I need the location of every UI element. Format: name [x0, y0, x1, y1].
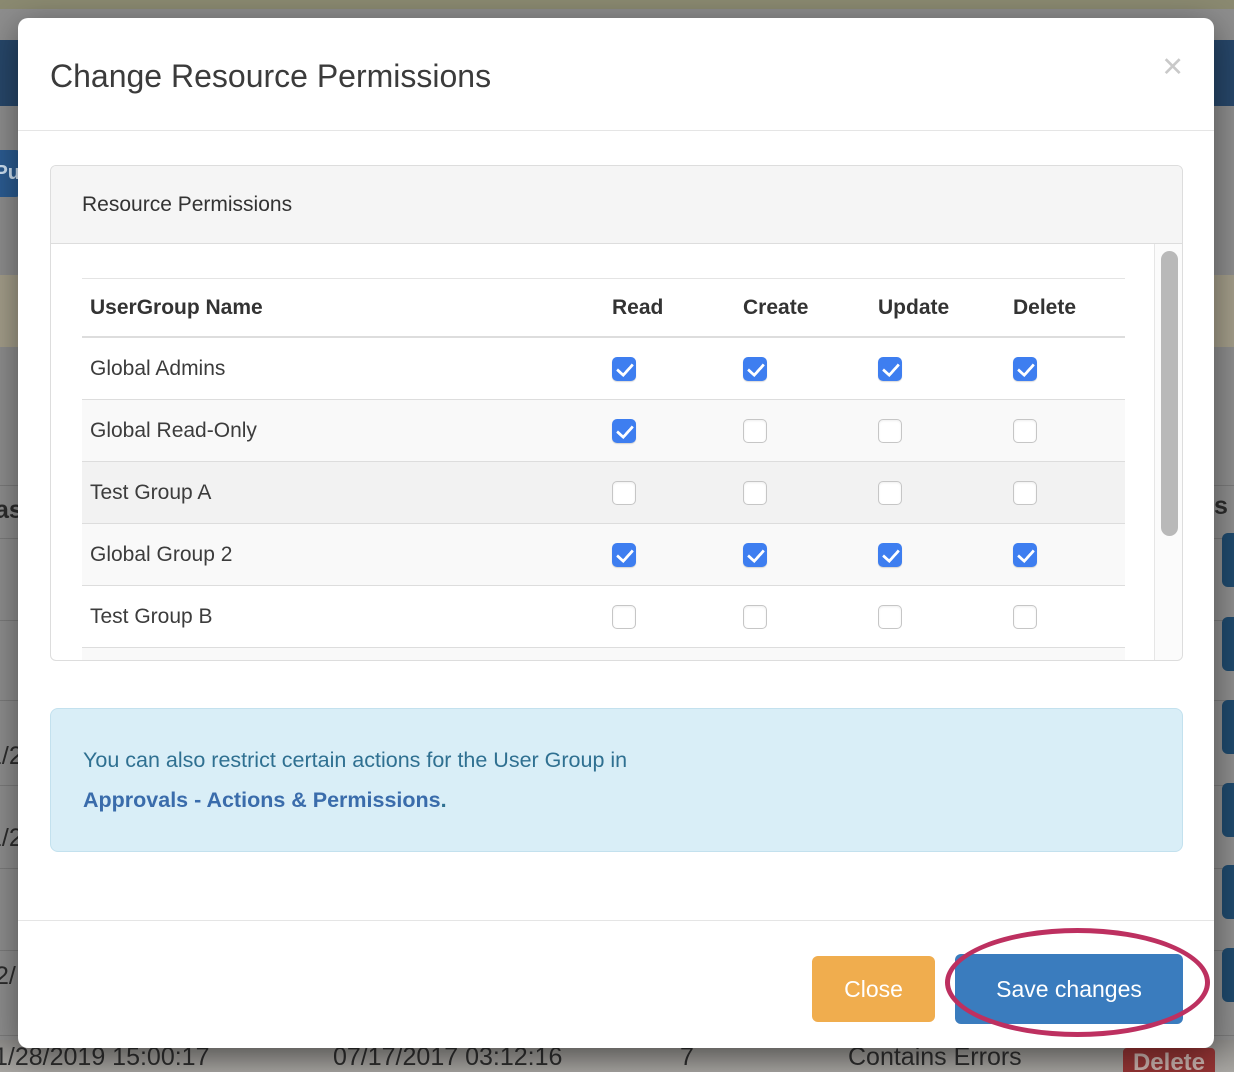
resource-permissions-panel: Resource Permissions UserGroup Name Read…: [50, 165, 1183, 661]
check-icon: [616, 358, 634, 377]
background-delete-button: Delete: [1123, 1048, 1215, 1072]
unchecked-checkbox-create[interactable]: [743, 419, 767, 443]
background-edit-button-fragment: [1222, 533, 1234, 587]
background-edit-button-fragment: [1222, 783, 1234, 837]
check-icon: [747, 544, 765, 563]
column-header-read: Read: [612, 279, 663, 337]
checked-checkbox-read[interactable]: [612, 419, 636, 443]
check-icon: [882, 358, 900, 377]
background-edit-button-fragment: [1222, 865, 1234, 919]
dialog-title: Change Resource Permissions: [50, 58, 491, 95]
column-header-delete: Delete: [1013, 279, 1076, 337]
panel-title: Resource Permissions: [51, 166, 1182, 244]
panel-body: UserGroup Name Read Create Update Delete…: [51, 244, 1182, 660]
column-header-create: Create: [743, 279, 808, 337]
column-header-update: Update: [878, 279, 949, 337]
screen: Pu as s▼ 1/2 1/2 2/ 1/28/2019 15:00:17 0…: [0, 0, 1234, 1072]
info-text-line2: Approvals - Actions & Permissions.: [83, 780, 1182, 820]
checked-checkbox-delete[interactable]: [1013, 357, 1037, 381]
approvals-actions-permissions-link: Approvals - Actions & Permissions: [83, 788, 441, 812]
table-scrollbar-track: [1154, 244, 1182, 660]
background-edit-button-fragment: [1222, 700, 1234, 754]
checked-checkbox-create[interactable]: [743, 543, 767, 567]
check-icon: [1017, 544, 1035, 563]
dialog-footer: Close Save changes: [18, 920, 1214, 1049]
change-resource-permissions-dialog: Change Resource Permissions ✕ Resource P…: [18, 18, 1214, 1048]
checked-checkbox-update[interactable]: [878, 357, 902, 381]
checked-checkbox-create[interactable]: [743, 357, 767, 381]
unchecked-checkbox-delete[interactable]: [1013, 605, 1037, 629]
check-icon: [616, 420, 634, 439]
close-icon[interactable]: ✕: [1161, 54, 1184, 81]
table-row: Test Group A: [82, 462, 1125, 524]
close-button[interactable]: Close: [812, 956, 935, 1022]
column-header-usergroup-name: UserGroup Name: [90, 279, 263, 337]
info-text-line1: You can also restrict certain actions fo…: [83, 740, 1182, 780]
background-top-strip: [0, 0, 1234, 9]
checked-checkbox-update[interactable]: [878, 543, 902, 567]
table-row-partial: [82, 648, 1125, 660]
table-row: Global Read-Only: [82, 400, 1125, 462]
header-divider: [18, 130, 1214, 131]
background-date-fragment: 2/: [0, 962, 16, 991]
table-scrollbar-thumb[interactable]: [1161, 251, 1178, 536]
usergroup-name: Global Admins: [90, 338, 225, 399]
table-row: Test Group B: [82, 586, 1125, 648]
unchecked-checkbox-update[interactable]: [878, 605, 902, 629]
usergroup-name: Global Group 2: [90, 524, 232, 585]
unchecked-checkbox-update[interactable]: [878, 481, 902, 505]
table-row: Global Group 2: [82, 524, 1125, 586]
unchecked-checkbox-update[interactable]: [878, 419, 902, 443]
table-row: Global Admins: [82, 338, 1125, 400]
check-icon: [747, 358, 765, 377]
table-header-row: UserGroup Name Read Create Update Delete: [82, 278, 1125, 338]
unchecked-checkbox-read[interactable]: [612, 605, 636, 629]
unchecked-checkbox-delete[interactable]: [1013, 481, 1037, 505]
unchecked-checkbox-create[interactable]: [743, 605, 767, 629]
checked-checkbox-delete[interactable]: [1013, 543, 1037, 567]
check-icon: [1017, 358, 1035, 377]
info-alert: You can also restrict certain actions fo…: [50, 708, 1183, 852]
unchecked-checkbox-create[interactable]: [743, 481, 767, 505]
background-edit-button-fragment: [1222, 948, 1234, 1002]
usergroup-name: Global Read-Only: [90, 400, 257, 461]
unchecked-checkbox-delete[interactable]: [1013, 419, 1037, 443]
info-text-suffix: .: [441, 788, 447, 812]
checked-checkbox-read[interactable]: [612, 543, 636, 567]
background-edit-button-fragment: [1222, 617, 1234, 671]
permissions-table-body: Global AdminsGlobal Read-OnlyTest Group …: [82, 338, 1125, 648]
check-icon: [882, 544, 900, 563]
usergroup-name: Test Group A: [90, 462, 211, 523]
permissions-table: UserGroup Name Read Create Update Delete…: [82, 278, 1125, 660]
checked-checkbox-read[interactable]: [612, 357, 636, 381]
unchecked-checkbox-read[interactable]: [612, 481, 636, 505]
background-sort-header-fragment: s▼: [1214, 492, 1234, 521]
check-icon: [616, 544, 634, 563]
usergroup-name: Test Group B: [90, 586, 213, 647]
save-changes-button[interactable]: Save changes: [955, 954, 1183, 1024]
